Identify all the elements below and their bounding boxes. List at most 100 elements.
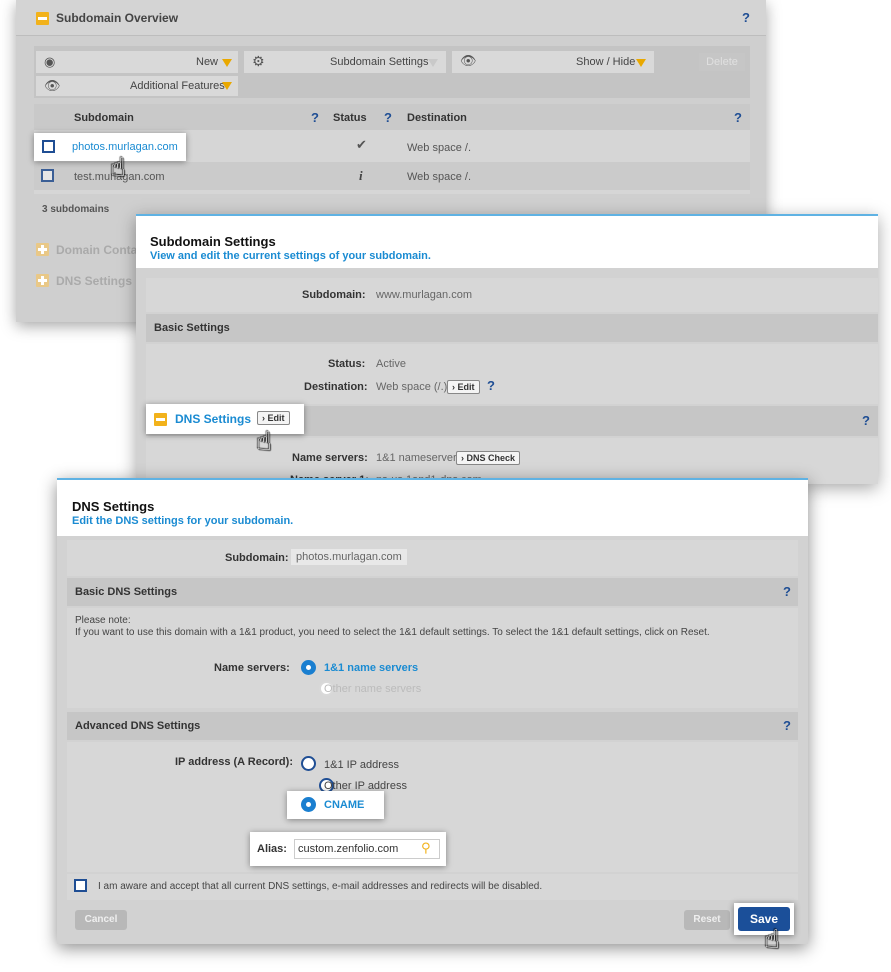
dropdown-arrow-icon [222,82,232,90]
table-header: Subdomain ? Status ? Destination ? [34,104,750,130]
show-hide-label: Show / Hide [576,56,636,68]
help-icon[interactable]: ? [783,584,791,599]
basic-dns-title: Basic DNS Settings [75,586,178,598]
dns-settings-section-label: DNS Settings [56,274,133,288]
collapse-icon[interactable] [36,12,49,25]
subdomain-field-value: www.murlagan.com [376,289,472,301]
destination-label: Destination: [304,381,368,393]
basic-settings-title: Basic Settings [154,322,230,334]
subdomain-field-label: Subdomain: [302,289,366,301]
column-header-status[interactable]: Status [333,112,367,124]
note-text: If you want to use this domain with a 1&… [75,627,710,638]
globe-icon: ◉ [44,54,56,69]
note-heading: Please note: [75,615,131,626]
help-icon[interactable]: ? [783,718,791,733]
dropdown-arrow-icon [636,59,646,67]
destination-value: Web space (/.) [376,381,448,393]
collapse-icon[interactable] [154,413,167,426]
accept-text[interactable]: I am aware and accept that all current D… [98,881,542,892]
dropdown-arrow-icon [222,59,232,67]
dns-panel-title: DNS Settings [72,499,155,514]
alias-input[interactable]: custom.zenfolio.com ⚲ [294,839,440,859]
subdomain-settings-panel: Subdomain Settings View and edit the cur… [136,214,878,486]
cname-option-highlight[interactable]: CNAME [287,791,384,819]
help-icon[interactable]: ? [384,110,392,125]
help-icon[interactable]: ? [311,110,319,125]
subdomain-row: Subdomain: www.murlagan.com [146,278,878,312]
ns-option-2-label[interactable]: Other name servers [324,683,421,695]
row-checkbox[interactable] [41,169,54,182]
domain-contact-label: Domain Contact [56,243,149,257]
overview-header[interactable]: Subdomain Overview ? [16,0,766,36]
edit-destination-button[interactable]: › Edit [447,380,480,394]
delete-label: Delete [706,56,738,68]
cancel-label: Cancel [84,914,118,925]
help-icon[interactable]: ? [734,110,742,125]
ns-option-1-radio[interactable] [301,660,316,675]
settings-panel-title: Subdomain Settings [150,234,276,249]
settings-panel-header: Subdomain Settings View and edit the cur… [136,216,878,268]
table-row[interactable]: test.murlagan.com i Web space /. [34,162,750,190]
basic-dns-header: Basic DNS Settings ? [67,578,798,606]
ip-address-label: IP address (A Record): [175,756,293,768]
dns-panel-subtitle: Edit the DNS settings for your subdomain… [72,515,294,527]
accept-row: I am aware and accept that all current D… [67,874,798,900]
alias-label: Alias: [257,843,287,855]
ip-option-3-label[interactable]: CNAME [324,799,364,811]
subdomain-settings-button[interactable]: ⚙ Subdomain Settings [244,51,446,73]
additional-features-button[interactable]: 👁 Additional Features [36,76,238,96]
show-hide-button[interactable]: 👁 Show / Hide [452,51,654,73]
ip-option-1-radio[interactable] [301,756,316,771]
name-servers-label: Name servers: [292,452,368,464]
basic-settings-header: Basic Settings [146,314,878,342]
hand-cursor-icon: ☝ [110,152,126,182]
checkmark-icon: ✔ [356,137,367,152]
edit-dns-button[interactable]: › Edit [257,411,290,425]
expand-icon[interactable] [36,274,49,287]
ip-option-1-label[interactable]: 1&1 IP address [324,759,399,771]
gear-icon: ⚙ [252,53,265,69]
basic-settings-body: Status: Active Destination: Web space (/… [146,344,878,404]
name-servers-value: 1&1 nameserver [376,452,457,464]
accept-checkbox[interactable] [74,879,87,892]
eye-icon: 👁 [44,78,61,93]
new-button[interactable]: ◉ New [36,51,238,73]
alias-field-highlight: Alias: custom.zenfolio.com ⚲ [250,832,446,866]
column-header-destination[interactable]: Destination [407,112,467,124]
ns-option-1-label[interactable]: 1&1 name servers [324,662,418,674]
dns-name-servers-label: Name servers: [214,662,290,674]
info-icon: i [359,168,363,183]
help-icon[interactable]: ? [742,10,750,25]
dropdown-arrow-icon [428,59,438,67]
subdomain-settings-label: Subdomain Settings [330,56,429,68]
new-label: New [196,56,219,68]
dns-check-button[interactable]: › DNS Check [456,451,521,465]
search-icon[interactable]: ⚲ [421,840,431,856]
reset-button[interactable]: Reset [684,910,730,930]
dns-subdomain-value: photos.murlagan.com [291,549,407,565]
alias-input-value: custom.zenfolio.com [298,843,399,855]
advanced-dns-title: Advanced DNS Settings [75,720,201,732]
dns-subdomain-row: Subdomain: photos.murlagan.com [67,540,798,576]
highlighted-dns-settings[interactable]: DNS Settings › Edit [146,404,304,434]
hand-cursor-icon: ☝ [764,924,780,954]
help-icon[interactable]: ? [487,378,495,393]
eye-icon: 👁 [460,53,477,68]
column-header-subdomain[interactable]: Subdomain [74,112,134,124]
ip-option-3-radio[interactable] [301,797,316,812]
dns-subdomain-label: Subdomain: [225,552,289,564]
delete-button[interactable]: Delete [699,53,745,71]
expand-icon[interactable] [36,243,49,256]
status-label: Status: [328,358,366,370]
settings-panel-subtitle: View and edit the current settings of yo… [150,250,431,262]
destination-cell: Web space /. [407,142,471,154]
cancel-button[interactable]: Cancel [75,910,127,930]
destination-cell: Web space /. [407,171,471,183]
dns-settings-panel: DNS Settings Edit the DNS settings for y… [57,478,808,944]
basic-dns-body: Please note: If you want to use this dom… [67,608,798,708]
reset-label: Reset [693,914,721,925]
help-icon[interactable]: ? [862,413,870,428]
status-value: Active [376,358,406,370]
dns-settings-link[interactable]: DNS Settings [175,412,251,426]
row-checkbox[interactable] [42,140,55,153]
